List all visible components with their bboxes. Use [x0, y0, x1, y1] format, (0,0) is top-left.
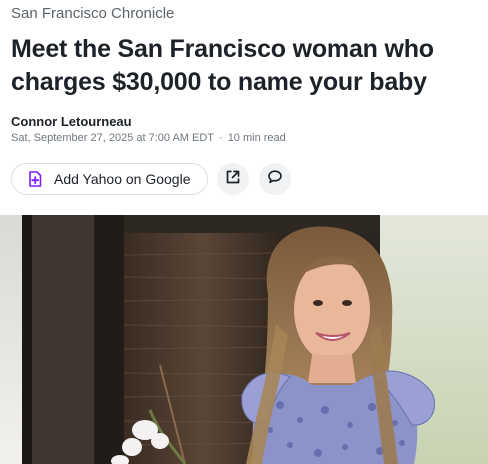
plus-document-icon: [28, 171, 42, 187]
author-name[interactable]: Connor Letourneau: [11, 114, 132, 129]
add-yahoo-on-google-button[interactable]: Add Yahoo on Google: [11, 163, 208, 195]
article-meta: Sat, September 27, 2025 at 7:00 AM EDT · 1…: [11, 132, 286, 144]
comment-bubble-icon: [267, 169, 283, 190]
share-button[interactable]: [216, 163, 249, 195]
meta-separator: ·: [219, 132, 223, 144]
article-hero-image: [0, 215, 488, 464]
article-actions: Add Yahoo on Google: [11, 163, 291, 195]
publish-date: Sat, September 27, 2025 at 7:00 AM EDT: [11, 132, 215, 144]
comments-button[interactable]: [258, 163, 291, 195]
read-time: 10 min read: [227, 132, 286, 144]
publisher-name[interactable]: San Francisco Chronicle: [11, 5, 174, 22]
external-link-icon: [225, 169, 241, 190]
add-yahoo-on-google-label: Add Yahoo on Google: [54, 171, 191, 187]
article-headline: Meet the San Francisco woman who charges…: [11, 35, 434, 96]
